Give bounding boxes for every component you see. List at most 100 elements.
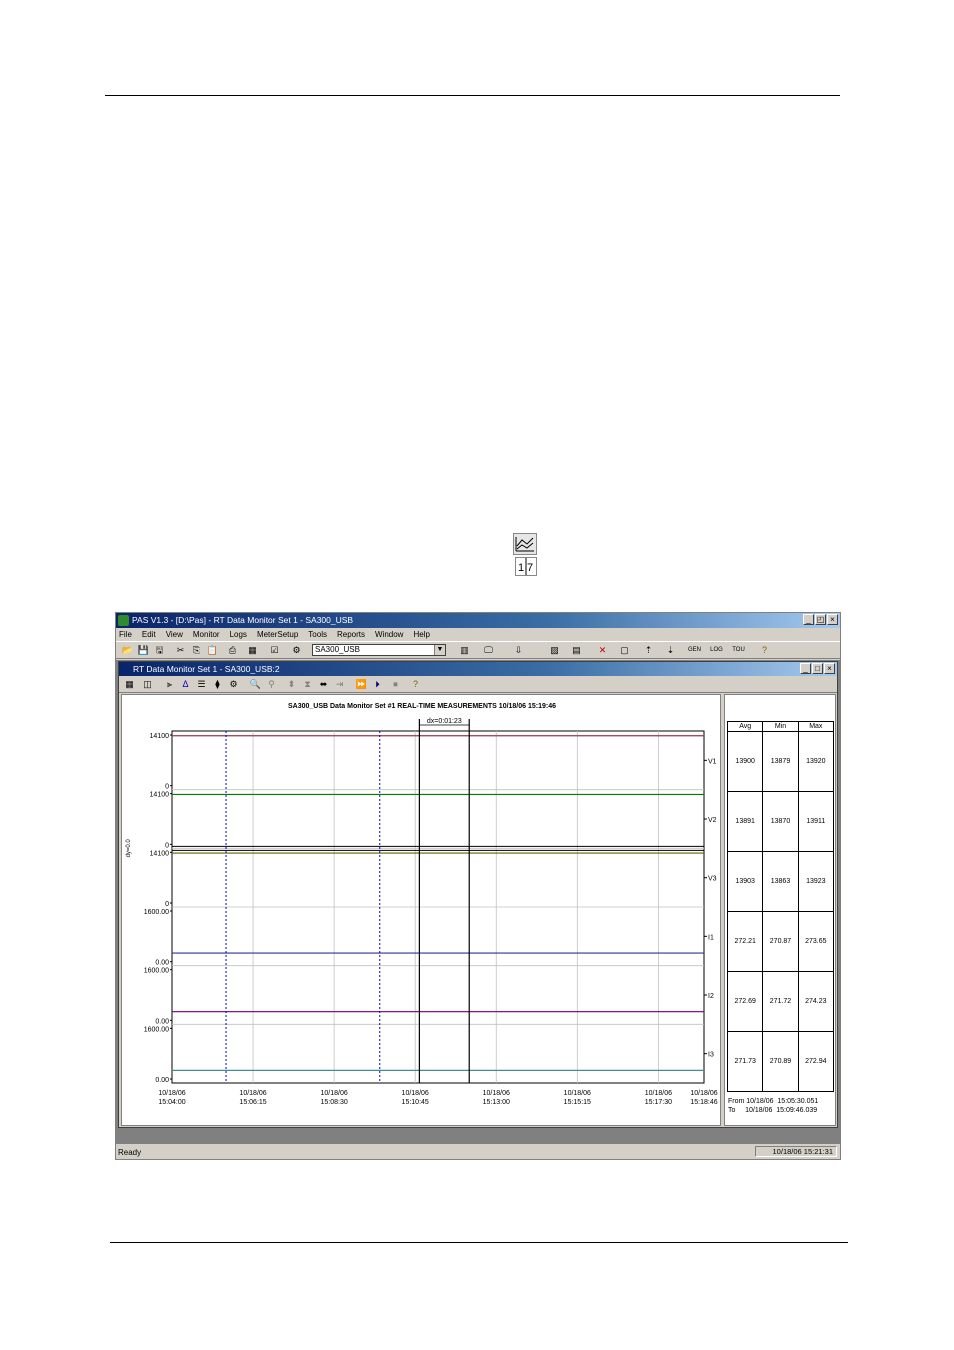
scroll-up-down-icon[interactable]: ⬍ bbox=[285, 678, 298, 690]
open-icon[interactable]: 📂 bbox=[121, 644, 134, 656]
properties-icon[interactable]: ☑ bbox=[268, 644, 281, 656]
zoom-in-icon[interactable]: 🔍 bbox=[249, 678, 262, 690]
fast-forward-icon[interactable]: ⏩ bbox=[355, 678, 368, 690]
stats-header-min: Min bbox=[762, 721, 799, 732]
menu-tools[interactable]: Tools bbox=[308, 628, 327, 641]
restore-button[interactable]: ◰ bbox=[815, 614, 826, 625]
x-tick-date: 10/18/06 bbox=[645, 1090, 672, 1097]
paste-icon[interactable]: 📋 bbox=[206, 644, 219, 656]
monitor-icon[interactable]: 🖵 bbox=[482, 644, 495, 656]
stats-header-max: Max bbox=[797, 721, 835, 732]
x-tick-time: 15:10:45 bbox=[402, 1099, 429, 1106]
menu-window[interactable]: Window bbox=[375, 628, 403, 641]
stat-cell: 13863 bbox=[762, 851, 799, 912]
stat-cell: 271.72 bbox=[762, 971, 799, 1032]
y-tick-label: 0.00 bbox=[155, 960, 169, 967]
close-button[interactable]: × bbox=[827, 614, 838, 625]
site-combo[interactable]: SA300_USB ▼ bbox=[312, 644, 446, 656]
stat-cell: 13870 bbox=[762, 791, 799, 852]
stat-cell: 270.89 bbox=[762, 1031, 799, 1092]
svg-text:7: 7 bbox=[527, 562, 533, 574]
chart-icon[interactable]: ▨ bbox=[548, 644, 561, 656]
frame-icon[interactable]: ▢ bbox=[618, 644, 631, 656]
app-title: PAS V1.3 - [D:\Pas] - RT Data Monitor Se… bbox=[132, 615, 354, 625]
y-tick-label: 1600.00 bbox=[144, 968, 169, 975]
status-bar: Ready 10/18/06 15:21:31 bbox=[116, 1145, 840, 1159]
stat-cell: 13903 bbox=[726, 851, 764, 912]
cut-icon[interactable]: ✂ bbox=[174, 644, 187, 656]
stat-cell: 273.65 bbox=[797, 911, 835, 972]
stat-cell: 274.23 bbox=[797, 971, 835, 1032]
y-tick-label: 0.00 bbox=[155, 1077, 169, 1084]
help-icon[interactable]: ? bbox=[409, 678, 422, 690]
play-icon[interactable]: ⏵ bbox=[371, 678, 384, 690]
child-minimize-button[interactable]: _ bbox=[800, 663, 811, 674]
menu-help[interactable]: Help bbox=[413, 628, 429, 641]
menu-edit[interactable]: Edit bbox=[142, 628, 156, 641]
x-tick-date: 10/18/06 bbox=[158, 1090, 185, 1097]
x-tick-time: 15:08:30 bbox=[320, 1099, 347, 1106]
y-tick-label: 14100 bbox=[150, 792, 170, 799]
download-icon[interactable]: ⇣ bbox=[664, 644, 677, 656]
scroll-left-right-icon[interactable]: ⬌ bbox=[317, 678, 330, 690]
series-label: I1 bbox=[708, 934, 714, 941]
stop-icon[interactable]: ⏹ bbox=[389, 678, 402, 690]
minimize-button[interactable]: _ bbox=[803, 614, 814, 625]
settings-icon[interactable]: ⚙ bbox=[227, 678, 240, 690]
log-icon[interactable]: LOG bbox=[710, 644, 723, 656]
stat-cell: 13923 bbox=[797, 851, 835, 912]
y-tick-label: 0 bbox=[165, 842, 169, 849]
calendar-icon[interactable]: ▦ bbox=[246, 644, 259, 656]
y-tick-label: 0.00 bbox=[155, 1018, 169, 1025]
child-close-button[interactable]: × bbox=[824, 663, 835, 674]
y-tick-label: 0 bbox=[165, 784, 169, 791]
stat-cell: 13891 bbox=[726, 791, 764, 852]
compress-icon[interactable]: ⧗ bbox=[301, 678, 314, 690]
stat-cell: 13900 bbox=[726, 731, 764, 792]
menu-monitor[interactable]: Monitor bbox=[193, 628, 220, 641]
chevron-down-icon[interactable]: ▼ bbox=[434, 645, 445, 655]
child-title-bar: RT Data Monitor Set 1 - SA300_USB:2 _ □ … bbox=[119, 662, 837, 676]
help-icon[interactable]: ? bbox=[758, 644, 771, 656]
tou-icon[interactable]: TOU bbox=[732, 644, 745, 656]
time-range-from: From 10/18/06 15:05:30.051 bbox=[728, 1098, 819, 1105]
time-range-to: To 10/18/06 15:09:46.039 bbox=[728, 1107, 818, 1114]
list-icon[interactable]: ☰ bbox=[195, 678, 208, 690]
marker-icon[interactable]: ⧫ bbox=[211, 678, 224, 690]
axis-icon[interactable]: ⫸ bbox=[163, 678, 176, 690]
grid-icon[interactable]: ▦ bbox=[123, 678, 136, 690]
step-icon[interactable]: ⇥ bbox=[333, 678, 346, 690]
menu-metersetup[interactable]: MeterSetup bbox=[257, 628, 298, 641]
copy-icon[interactable]: ⎘ bbox=[190, 644, 203, 656]
stat-cell: 13911 bbox=[797, 791, 835, 852]
save-all-icon[interactable]: 🖫 bbox=[153, 644, 166, 656]
gen-icon[interactable]: GEN bbox=[688, 644, 701, 656]
menu-logs[interactable]: Logs bbox=[230, 628, 247, 641]
monitor-down-icon[interactable]: ⇩ bbox=[512, 644, 525, 656]
delta-icon[interactable]: Δ bbox=[179, 678, 192, 690]
connect-icon[interactable]: ⚙ bbox=[290, 644, 303, 656]
child-maximize-button[interactable]: □ bbox=[812, 663, 823, 674]
y-tick-label: 1600.00 bbox=[144, 1026, 169, 1033]
chart2-icon[interactable]: ▤ bbox=[570, 644, 583, 656]
menu-file[interactable]: File bbox=[119, 628, 132, 641]
table-row: 272.21 270.87 273.65 bbox=[726, 911, 835, 972]
split-icon[interactable]: ◫ bbox=[141, 678, 154, 690]
menu-reports[interactable]: Reports bbox=[337, 628, 365, 641]
realtime-chart[interactable]: SA300_USB Data Monitor Set #1 REAL-TIME … bbox=[122, 695, 720, 1125]
y-tick-label: 14100 bbox=[150, 733, 170, 740]
save-icon[interactable]: 💾 bbox=[137, 644, 150, 656]
stat-cell: 270.87 bbox=[762, 911, 799, 972]
upload-icon[interactable]: ⇡ bbox=[642, 644, 655, 656]
y-tick-label: 0 bbox=[165, 901, 169, 908]
table-row: 272.69 271.72 274.23 bbox=[726, 971, 835, 1032]
delete-icon[interactable]: ✕ bbox=[596, 644, 609, 656]
menu-bar: File Edit View Monitor Logs MeterSetup T… bbox=[116, 628, 840, 641]
menu-view[interactable]: View bbox=[166, 628, 183, 641]
print-icon[interactable]: ⎙ bbox=[226, 644, 239, 656]
pas-app-icon bbox=[118, 615, 129, 626]
zoom-out-icon[interactable]: ⚲ bbox=[265, 678, 278, 690]
table-icon[interactable]: ▥ bbox=[458, 644, 471, 656]
dx-label: dx=0:01:23 bbox=[427, 718, 462, 725]
x-tick-time: 15:13:00 bbox=[483, 1099, 510, 1106]
